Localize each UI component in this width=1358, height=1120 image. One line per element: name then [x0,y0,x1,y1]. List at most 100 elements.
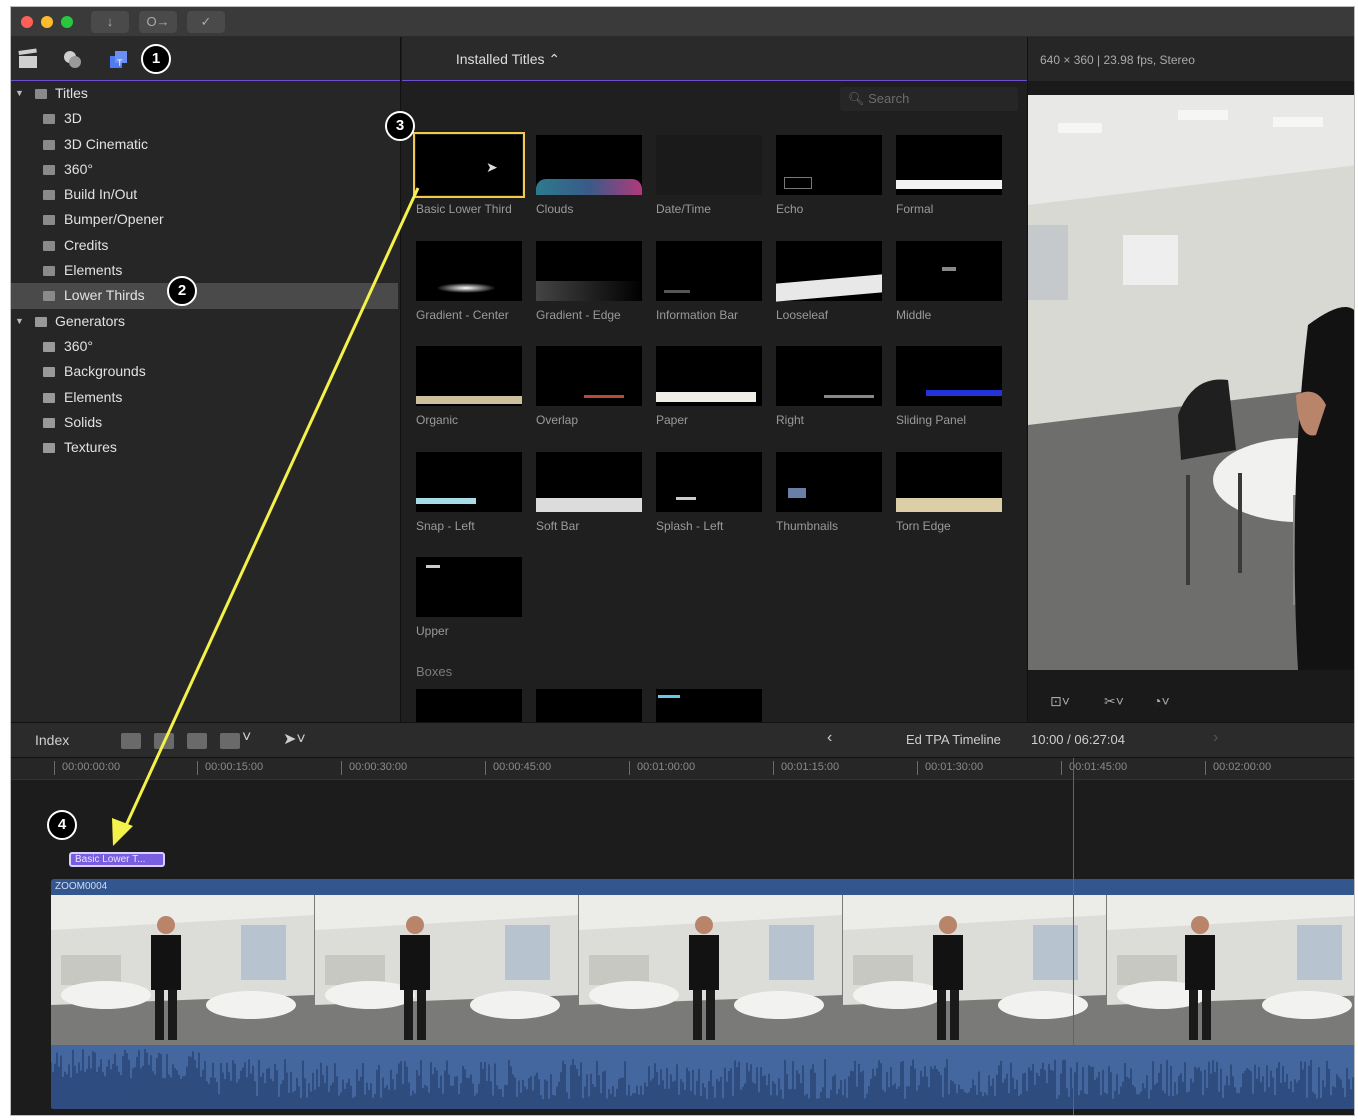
view-options-icon[interactable]: ⊡˅ [1050,693,1070,710]
title-bar: ↓ O→ ✓ [11,7,1354,37]
filmstrip-thumbnail [579,895,843,1045]
video-clip[interactable]: ZOOM0004 [51,879,1354,1109]
disclosure-icon[interactable]: ▼ [15,309,24,334]
key-icon: O→ [146,14,170,29]
clapper-icon[interactable] [17,48,39,70]
titles-generators-icon[interactable]: T [107,48,129,70]
title-clip[interactable]: Basic Lower T... [69,852,165,867]
title-tile-clouds[interactable] [536,135,642,195]
generator-category-icon [35,316,47,327]
sidebar-item-titles[interactable]: ▼ Titles [11,81,400,106]
ruler-tick: 00:01:30:00 [916,761,984,775]
photos-audio-icon[interactable] [61,48,83,70]
title-tile-torn-edge[interactable] [896,451,1002,512]
keywords-button[interactable]: O→ [139,11,177,33]
disclosure-icon[interactable]: ▼ [15,81,24,106]
title-tile-gradient-center[interactable] [416,240,522,301]
sidebar-item-label: Elements [64,388,123,405]
sidebar-item-3d[interactable]: 3D [11,106,400,131]
background-tasks-button[interactable]: ✓ [187,11,225,33]
playhead[interactable] [1073,758,1074,1115]
viewer-frame[interactable] [1028,95,1354,670]
title-tile[interactable] [416,689,522,722]
sidebar-item-label: 360° [64,337,93,354]
sidebar-item-credits[interactable]: Credits [11,233,400,258]
ruler-tick: 00:00:00:00 [53,761,121,775]
title-category-icon [43,139,55,150]
title-tile-label: Torn Edge [896,518,951,533]
sidebar-item-elements[interactable]: Elements [11,258,400,283]
sidebar-item-360[interactable]: 360° [11,157,400,182]
title-tile-thumbnails[interactable] [776,451,882,512]
title-tile-overlap[interactable] [536,346,642,406]
zoom-window-button[interactable] [61,16,73,28]
forward-arrow-icon[interactable]: › [1213,729,1218,747]
sidebar-item-lower-thirds[interactable]: Lower Thirds [11,283,398,309]
append-clip-icon[interactable] [187,733,207,749]
title-category-icon [43,190,55,201]
select-tool-icon[interactable]: ➤˅ [283,729,306,749]
sidebar-item-generator-elements[interactable]: Elements [11,385,400,410]
sidebar-item-generator-360[interactable]: 360° [11,334,400,359]
search-input[interactable]: 🔍︎ Search [840,87,1018,111]
index-button[interactable]: Index [35,732,69,748]
download-icon: ↓ [106,14,114,29]
ruler-tick: 00:01:00:00 [628,761,696,775]
title-tile-information-bar[interactable] [656,240,762,301]
timeline-ruler[interactable]: 00:00:00:00 00:00:15:00 00:00:30:00 00:0… [11,758,1354,780]
title-tile-snap-left[interactable] [416,451,522,512]
title-category-icon [43,164,55,175]
installed-titles-menu[interactable]: Installed Titles ⌃ [408,51,608,68]
minimize-window-button[interactable] [41,16,53,28]
insert-clip-icon[interactable] [154,733,174,749]
sidebar-item-backgrounds[interactable]: Backgrounds [11,359,400,384]
viewer-header: 640 × 360 | 23.98 fps, Stereo [1028,37,1354,81]
timeline-toolbar: Index ˅ ➤˅ ‹ Ed TPA Timeline 10:00 / 06:… [11,722,1354,758]
import-button[interactable]: ↓ [91,11,129,33]
ruler-tick: 00:00:15:00 [196,761,264,775]
title-tile-basic-lower-third[interactable]: ➤ [413,132,525,198]
title-tile-label: Thumbnails [776,518,839,533]
title-tile-right[interactable] [776,346,882,406]
svg-text:T: T [117,58,123,68]
sidebar-item-generators[interactable]: ▼ Generators [11,309,400,334]
filmstrip-thumbnail [51,895,315,1045]
sidebar-item-3d-cinematic[interactable]: 3D Cinematic [11,132,400,157]
sidebar-item-label: Backgrounds [64,363,146,380]
title-tile-label: Splash - Left [656,518,724,533]
title-tile-label: Formal [896,202,934,216]
connect-clip-icon[interactable] [121,733,141,749]
sidebar-item-textures[interactable]: Textures [11,435,400,460]
overwrite-clip-icon[interactable] [220,733,240,749]
title-tile[interactable] [536,689,642,722]
ruler-tick: 00:01:15:00 [772,761,840,775]
transform-tools-icon[interactable]: ✂˅ [1104,693,1124,710]
sidebar-item-solids[interactable]: Solids [11,410,400,435]
title-tile-date-time[interactable] [656,135,762,195]
title-tile-label: Sliding Panel [896,413,967,427]
title-tile-label: Date/Time [656,202,711,216]
sidebar-item-label: Solids [64,413,103,430]
title-tile[interactable] [656,689,762,722]
title-tile-label: Middle [896,307,932,322]
title-tile-sliding-panel[interactable] [896,346,1002,406]
sidebar-item-build-in-out[interactable]: Build In/Out [11,182,400,207]
title-tile-formal[interactable] [896,135,1002,195]
title-tile-gradient-edge[interactable] [536,240,642,301]
back-arrow-icon[interactable]: ‹ [827,729,832,747]
viewer: 640 × 360 | 23.98 fps, Stereo ⊡˅ ✂˅ ◔˅ [1027,37,1354,722]
title-tile-soft-bar[interactable] [536,451,642,512]
title-tile-splash-left[interactable] [656,451,762,512]
title-tile-organic[interactable] [416,346,522,406]
chevron-down-icon[interactable]: ˅ [242,729,251,747]
title-tile-echo[interactable] [776,135,882,195]
title-tile-upper[interactable] [416,557,522,617]
title-tile-paper[interactable] [656,346,762,406]
title-tile-label: Information Bar [656,307,739,322]
sidebar-item-label: Credits [64,236,109,253]
title-tile-looseleaf[interactable] [776,240,882,302]
close-window-button[interactable] [21,16,33,28]
retime-icon[interactable]: ◔˅ [1153,693,1170,709]
title-tile-middle[interactable] [896,240,1002,301]
sidebar-item-bumper-opener[interactable]: Bumper/Opener [11,207,400,232]
